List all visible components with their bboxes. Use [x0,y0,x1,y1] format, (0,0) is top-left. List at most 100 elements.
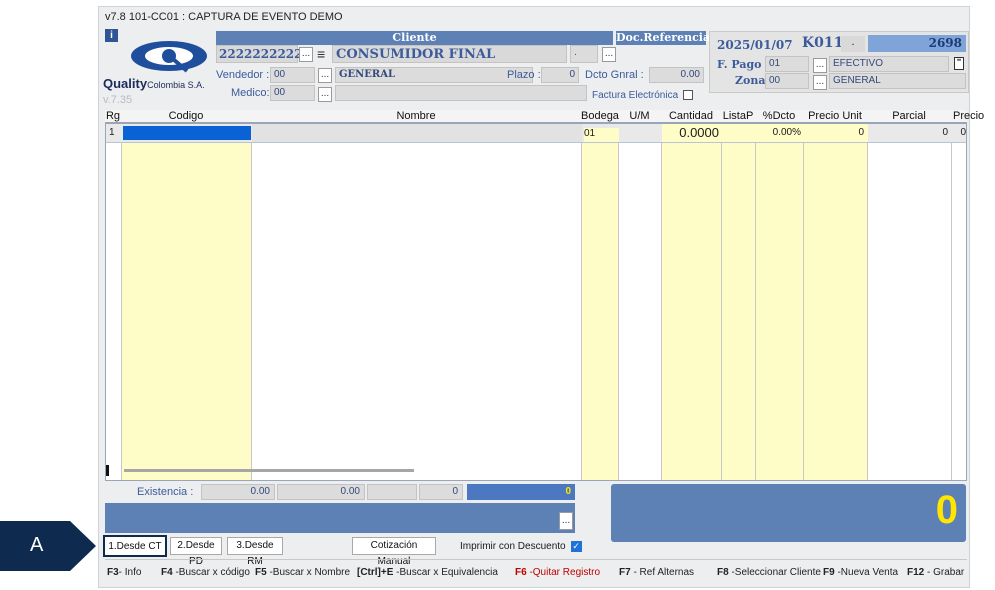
existencia-bar: Existencia : 0.00 0.00 0 0 [105,484,575,500]
client-id-field[interactable]: 22222222222 [216,45,311,63]
cotizacion-manual-button[interactable]: Cotización Manual [352,537,436,567]
fpago-search-button[interactable]: ... [813,58,827,73]
col-header-precio-b[interactable]: Precio B [951,110,991,134]
fkey-f7[interactable]: F7 - Ref Alternas [619,567,694,578]
fkey-f8-key: F8 [717,567,729,578]
vendedor-label: Vendedor : [216,69,270,81]
col-header-um[interactable]: U/M [618,110,661,122]
fkey-f4[interactable]: F4 -Buscar x código [161,567,250,578]
col-dcto [756,124,804,480]
medico-label: Medico: [231,87,270,99]
zona-label: Zona [735,74,766,87]
cell-dcto[interactable]: 0.00% [756,124,804,142]
cell-listap[interactable] [722,124,756,142]
col-codigo [122,124,252,480]
client-extra-field[interactable]: . [570,45,598,63]
doc-number: 2698 [928,36,962,50]
fkey-f6-key: F6 [515,567,527,578]
medico-code-field[interactable]: 00 [270,85,315,101]
plazo-field[interactable]: 0 [541,67,579,83]
fkey-f8[interactable]: F8 -Seleccionar Cliente [717,567,821,578]
col-header-listap[interactable]: ListaP [721,110,755,122]
fkey-f5-key: F5 [255,567,267,578]
doc-number-field[interactable]: 2698 [868,35,966,52]
fpago-name-field[interactable]: EFECTIVO [829,56,949,72]
vendedor-name-field[interactable]: GENERAL [335,67,533,83]
col-rg [106,124,122,480]
col-header-codigo[interactable]: Codigo [121,110,251,122]
col-bodega [582,124,619,480]
horizontal-scrollbar[interactable] [124,469,414,472]
vendedor-code-field[interactable]: 00 [270,67,315,83]
existencia-value-4: 0 [565,486,571,497]
col-header-parcial[interactable]: Parcial [867,110,951,122]
existencia-value-2: 0.00 [340,486,360,497]
table-row[interactable]: 1 01 0.0000 0.00% 0 0 0 [106,124,966,143]
fkey-f7-key: F7 [619,567,631,578]
col-header-precio-unit[interactable]: Precio Unit [803,110,867,122]
grid-body[interactable]: 1 01 0.0000 0.00% 0 0 0 [105,123,967,481]
col-header-rg[interactable]: Rg [105,110,121,122]
dcto-value: 0.00 [680,69,700,80]
col-header-bodega[interactable]: Bodega [581,110,619,122]
dcto-label: Dcto Gnral : [585,69,644,81]
cell-bodega[interactable]: 01 [584,128,619,142]
col-parcial [868,124,952,480]
col-um [619,124,662,480]
col-precio-unit [804,124,868,480]
zona-search-button[interactable]: ... [813,75,827,90]
col-header-cantidad[interactable]: Cantidad [661,110,721,122]
menu-icon[interactable]: ≡ [317,47,329,61]
client-header: Cliente [216,31,613,45]
desde-pd-button[interactable]: 2.Desde PD [170,537,222,567]
desde-ct-button[interactable]: 1.Desde CT [103,535,167,557]
grid-header: Rg Codigo Nombre Bodega U/M Cantidad Lis… [105,110,984,134]
doc-dot-field[interactable]: . [841,36,865,52]
existencia-value-3: 0 [452,486,458,497]
fkey-f3[interactable]: F3- Info [107,567,141,578]
fkey-f6[interactable]: F6 -Quitar Registro [515,567,600,578]
factura-checkbox[interactable] [683,90,694,101]
fkey-f9[interactable]: F9 -Nueva Venta [823,567,898,578]
existencia-field-blank [367,484,417,500]
fkey-f3-key: F3 [107,567,119,578]
client-name-field[interactable]: CONSUMIDOR FINAL [332,45,567,63]
doc-code: K011 [802,35,844,51]
desde-rm-button[interactable]: 3.Desde RM [227,537,283,567]
col-cantidad [662,124,722,480]
cell-precio-unit[interactable]: 0 [804,124,868,142]
cell-cantidad[interactable]: 0.0000 [662,124,722,142]
vendedor-search-button[interactable]: ... [318,68,332,83]
imprimir-checkbox[interactable]: ✓ [570,540,582,552]
callout-arrow-shape [0,521,96,571]
client-extra-button[interactable]: ... [602,47,616,62]
cell-nombre[interactable] [252,124,582,142]
fkey-f5[interactable]: F5 -Buscar x Nombre [255,567,350,578]
version-label: v.7.35 [103,94,133,106]
description-more-button[interactable]: ... [559,512,573,530]
info-icon[interactable]: i [105,29,118,42]
factura-electronica[interactable]: Factura Electrónica [592,89,694,101]
fkey-ctrl-e[interactable]: [Ctrl]+E -Buscar x Equivalencia [357,567,498,578]
fkey-f12[interactable]: F12 - Grabar [907,567,964,578]
fkey-f12-key: F12 [907,567,925,578]
client-search-button[interactable]: ... [299,47,313,62]
medico-search-button[interactable]: ... [318,87,332,102]
doc-date: 2025/01/07 [717,38,793,52]
col-header-nombre[interactable]: Nombre [251,110,581,122]
cell-rg: 1 [109,127,115,138]
zona-name-field[interactable]: GENERAL [829,73,966,89]
print-icon[interactable]: ≡ [954,56,964,70]
imprimir-descuento[interactable]: Imprimir con Descuento ✓ [460,540,582,552]
vendedor-name: GENERAL [339,69,396,80]
cell-codigo[interactable] [123,126,251,140]
fkey-f9-text: -Nueva Venta [834,567,899,578]
medico-name-field[interactable] [335,85,587,101]
dcto-field[interactable]: 0.00 [649,67,704,83]
company-logo [129,39,209,73]
zona-code-field[interactable]: 00 [765,73,809,89]
col-header-dcto[interactable]: %Dcto [755,110,803,122]
total-panel: 0 [611,484,966,542]
fkey-f4-text: -Buscar x código [172,567,250,578]
fpago-code-field[interactable]: 01 [765,56,809,72]
